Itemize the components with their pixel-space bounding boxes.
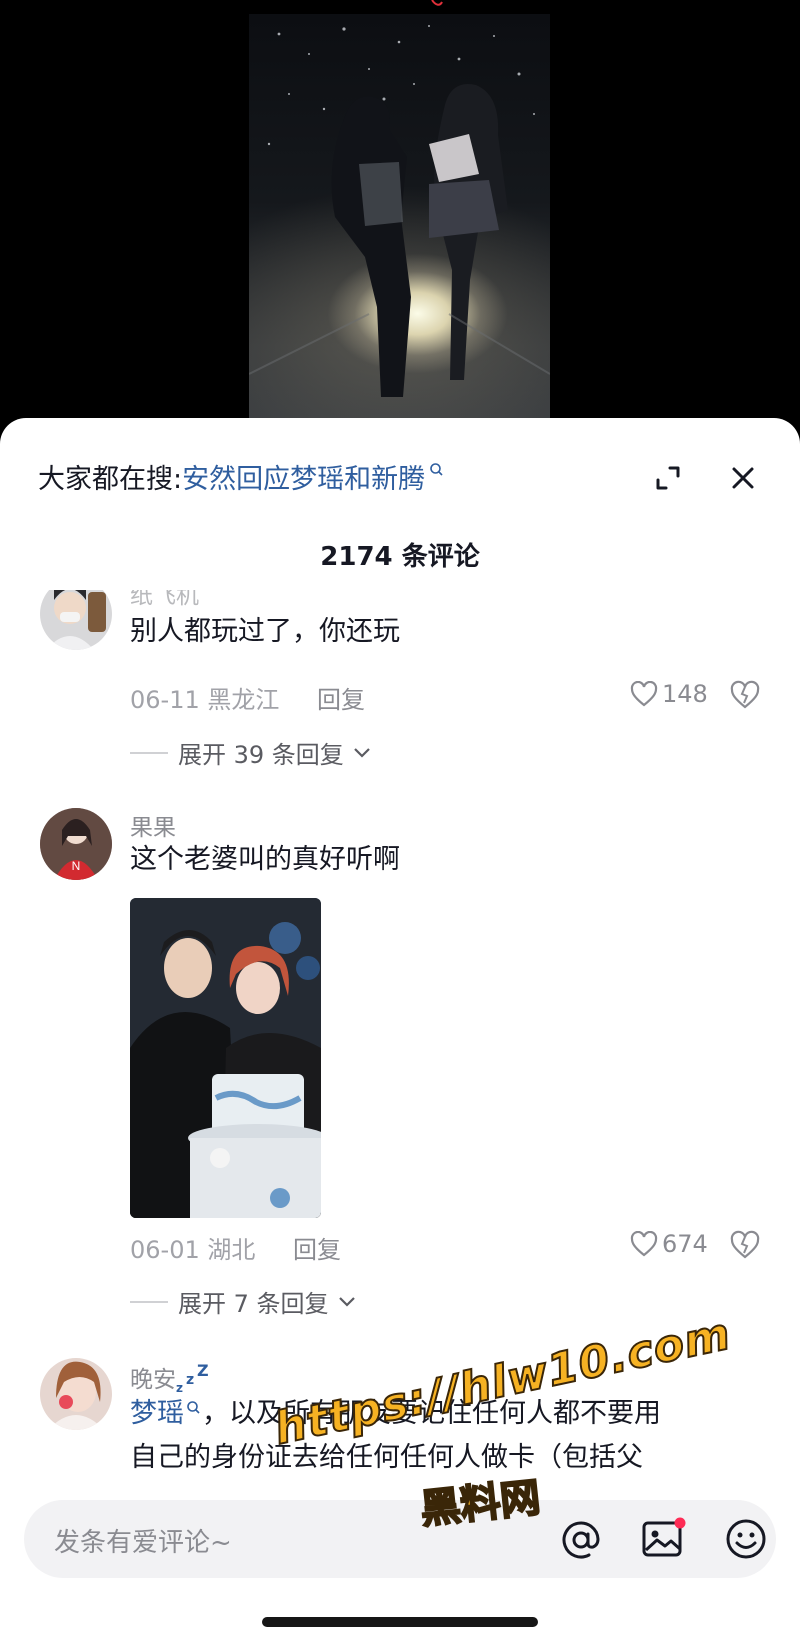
svg-text:Z: Z [197, 1364, 209, 1380]
comment-text: 别人都玩过了，你还玩 [130, 616, 400, 647]
comment-image[interactable] [130, 898, 321, 1218]
comment-username[interactable]: 晚安 z z Z [130, 1360, 210, 1395]
avatar[interactable] [40, 590, 112, 650]
search-icon [430, 463, 443, 476]
comment-username-text: 晚安 [130, 1367, 176, 1393]
expand-replies-label: 展开 39 条回复 [178, 741, 344, 769]
trending-search[interactable]: 大家都在搜:安然回应梦瑶和新腾 [38, 460, 445, 500]
comment-count: 2174 条评论 [320, 542, 480, 572]
image-icon[interactable] [640, 1516, 686, 1562]
trending-search-query[interactable]: 安然回应梦瑶和新腾 [182, 464, 425, 495]
comment-text: 梦瑶 ，以及所有朋友要记住任何人都不要用 [130, 1392, 661, 1436]
reply-button[interactable]: 回复 [317, 686, 365, 714]
close-icon[interactable] [727, 462, 759, 494]
expand-replies-button[interactable]: 展开 7 条回复 [130, 1284, 357, 1319]
comment-text: 这个老婆叫的真好听啊 [130, 844, 400, 875]
video-player[interactable] [0, 0, 800, 430]
avatar[interactable]: N [40, 808, 112, 880]
dislike-icon[interactable] [730, 1230, 760, 1260]
heart-icon [630, 1231, 658, 1257]
comment-image-content [130, 898, 321, 1218]
comment-item: 晚安 z z Z 梦瑶 ，以及所有朋友要记住任何人都不要用 自己的身份证去给任何任何人做… [0, 1358, 800, 1478]
comment-item: N 果果 这个老婆叫的真好听啊 06-01 湖北 回复 674 展开 7 条回复 [0, 808, 800, 1318]
reply-button[interactable]: 回复 [293, 1236, 341, 1264]
comment-date: 06-11 [130, 686, 200, 714]
comment-sheet: 大家都在搜:安然回应梦瑶和新腾 2174 条评论 纸飞机 别人都玩过了，你还玩 … [0, 418, 800, 1651]
like-button[interactable]: 148 [630, 680, 708, 708]
comment-date: 06-01 [130, 1236, 200, 1264]
avatar[interactable] [40, 1358, 112, 1430]
comment-username[interactable]: 纸飞机 [130, 590, 199, 610]
chevron-down-icon [354, 747, 370, 758]
like-button[interactable]: 674 [630, 1230, 708, 1258]
svg-text:N: N [72, 859, 81, 873]
expand-replies-label: 展开 7 条回复 [178, 1290, 329, 1318]
scroll-fade [0, 1468, 800, 1498]
expand-icon[interactable] [652, 462, 684, 494]
search-icon [187, 1401, 200, 1414]
comment-location: 湖北 [207, 1236, 256, 1264]
zzz-sleep-icon: zzZ [176, 1361, 209, 1395]
like-count: 674 [662, 1230, 708, 1258]
notification-dot [674, 1517, 686, 1529]
home-indicator [262, 1617, 538, 1627]
comment-item: 纸飞机 别人都玩过了，你还玩 06-11 黑龙江 回复 148 展开 39 条回… [0, 590, 800, 790]
dislike-icon[interactable] [730, 680, 760, 710]
comment-meta: 06-01 湖北 回复 [130, 1230, 341, 1265]
comment-meta: 06-11 黑龙江 回复 [130, 680, 365, 715]
svg-text:z: z [186, 1372, 194, 1388]
like-count: 148 [662, 680, 708, 708]
divider-line [130, 751, 168, 754]
comment-username[interactable]: 果果 [130, 808, 176, 842]
trending-search-prefix: 大家都在搜: [38, 464, 183, 495]
divider-line [130, 1300, 168, 1303]
top-red-mark [431, 0, 443, 6]
video-scene [249, 25, 550, 397]
comment-input[interactable]: 发条有爱评论~ [54, 1522, 232, 1559]
expand-replies-button[interactable]: 展开 39 条回复 [130, 735, 372, 770]
comment-input-bar[interactable]: 发条有爱评论~ [24, 1500, 776, 1578]
comment-text-line-1: ，以及所有朋友要记住任何人都不要用 [202, 1398, 661, 1429]
comment-location: 黑龙江 [207, 686, 280, 714]
mention-link[interactable]: 梦瑶 [130, 1398, 184, 1429]
heart-icon [630, 681, 658, 707]
video-frame [249, 14, 550, 430]
at-mention-icon[interactable] [559, 1518, 603, 1562]
emoji-icon[interactable] [724, 1517, 768, 1561]
chevron-down-icon [338, 1296, 355, 1307]
